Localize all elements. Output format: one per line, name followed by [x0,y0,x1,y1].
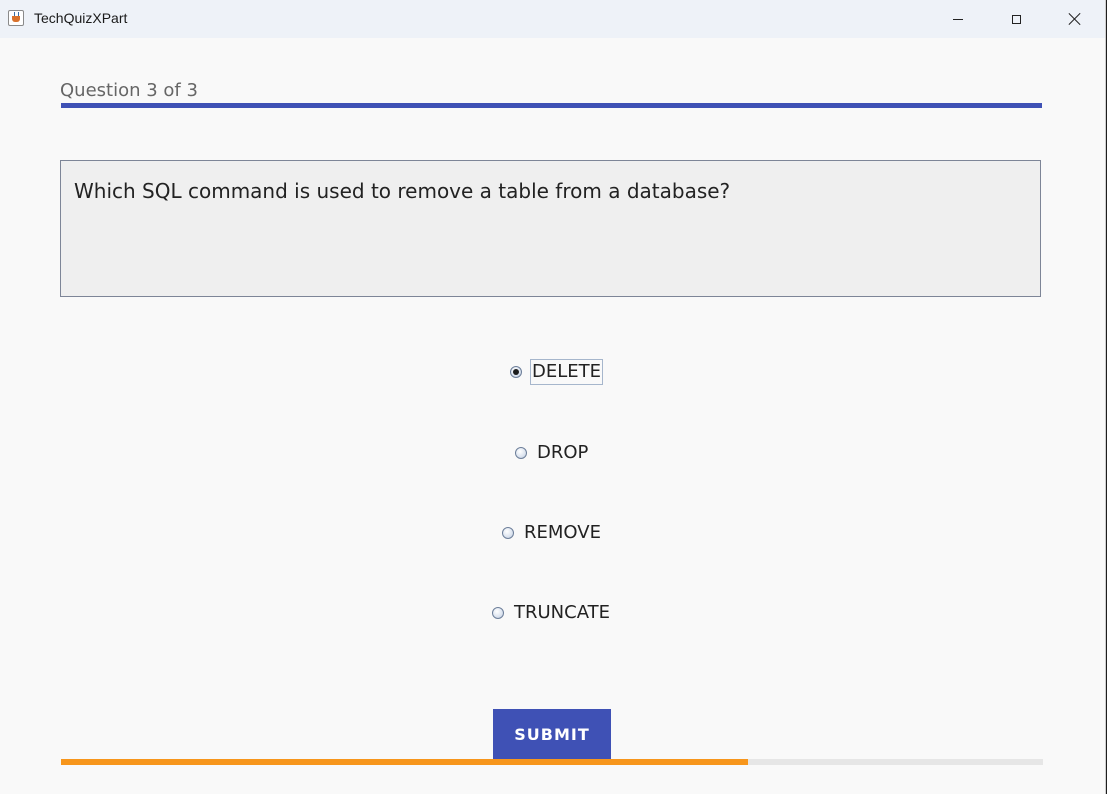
option-label: DROP [537,442,589,463]
minimize-button[interactable] [929,0,987,38]
question-counter: Question 3 of 3 [60,80,198,101]
option-label: REMOVE [524,522,601,543]
app-window: TechQuizXPart Question 3 of 3 Which SQL … [0,0,1106,794]
java-app-icon [8,10,24,26]
window-title: TechQuizXPart [34,10,128,26]
option-delete[interactable]: DELETE [510,358,604,386]
maximize-icon [1011,14,1021,24]
title-bar[interactable]: TechQuizXPart [0,0,1105,38]
option-truncate[interactable]: TRUNCATE [492,599,612,627]
close-icon [1069,13,1081,25]
radio-button[interactable] [515,447,527,459]
option-drop[interactable]: DROP [515,439,590,467]
radio-button-selected[interactable] [510,366,522,378]
header-divider [61,103,1042,108]
progress-bar [61,759,1043,765]
option-label: TRUNCATE [514,602,610,623]
progress-bar-fill [61,759,749,765]
option-label: DELETE [530,359,604,385]
radio-button[interactable] [492,607,504,619]
question-text: Which SQL command is used to remove a ta… [74,179,731,203]
submit-button[interactable]: SUBMIT [493,709,611,759]
minimize-icon [953,18,963,20]
maximize-button[interactable] [987,0,1045,38]
close-button[interactable] [1046,0,1104,38]
question-panel: Which SQL command is used to remove a ta… [60,160,1041,297]
radio-button[interactable] [502,527,514,539]
option-remove[interactable]: REMOVE [502,519,603,547]
